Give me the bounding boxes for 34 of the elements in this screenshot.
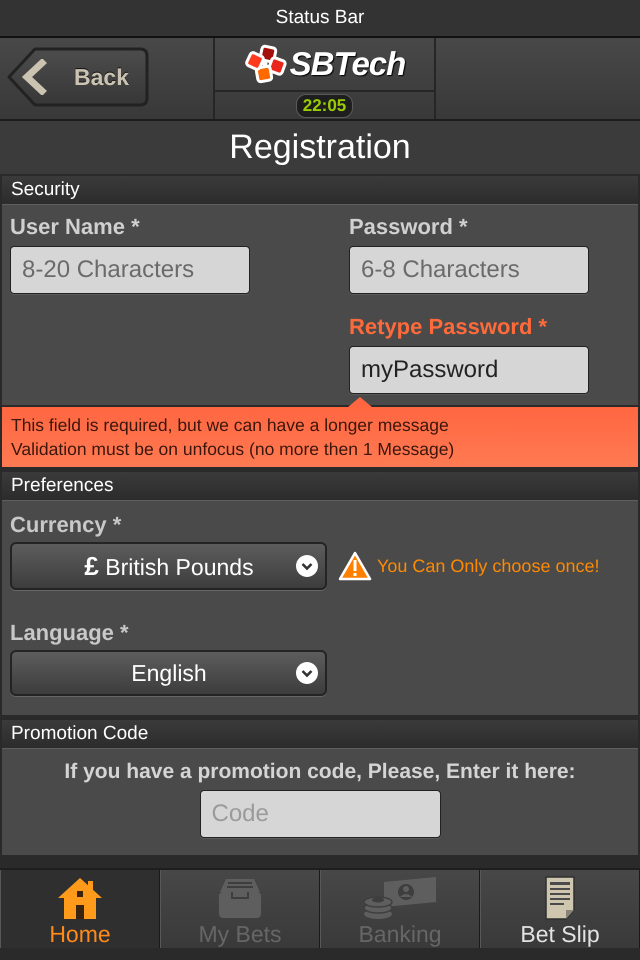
promo-prompt: If you have a promotion code, Please, Enter it here: xyxy=(64,759,576,785)
chevron-left-icon xyxy=(20,59,48,95)
chevron-down-icon xyxy=(296,662,318,684)
tab[interactable]: Bet Slip xyxy=(480,870,640,948)
section-header: Security xyxy=(2,176,638,205)
tray-icon xyxy=(216,876,264,920)
error-message: This field is required, but we can have a longer message xyxy=(11,414,450,437)
status-bar: Status Bar xyxy=(0,0,640,38)
warning-icon xyxy=(338,551,372,581)
page-title: Registration xyxy=(0,121,640,174)
clock-time: 22:05 xyxy=(296,94,354,118)
section-header: Preferences xyxy=(2,472,638,501)
field-label: Password * xyxy=(349,214,469,240)
field-label: Language * xyxy=(10,620,130,646)
house-icon xyxy=(56,876,104,920)
field-label: Retype Password * xyxy=(349,314,548,340)
input-field[interactable]: Code xyxy=(200,790,440,838)
dropdown[interactable]: £ British Pounds xyxy=(10,542,327,590)
flower-logo-icon xyxy=(244,44,288,84)
error-message: Validation must be on unfocus (no more then 1 Message) xyxy=(11,438,456,461)
callout-pointer-icon xyxy=(348,397,372,407)
field-label: Currency * xyxy=(10,512,122,538)
field-label: User Name * xyxy=(10,214,141,240)
input-field[interactable]: 8-20 Characters xyxy=(10,246,250,294)
section-header: Promotion Code xyxy=(2,720,638,749)
input-field[interactable]: myPassword xyxy=(349,346,589,394)
tab[interactable]: Home xyxy=(0,870,160,948)
dropdown[interactable]: English xyxy=(10,650,327,696)
chevron-down-icon xyxy=(296,555,318,577)
back-button[interactable]: Back xyxy=(6,46,150,108)
input-field[interactable]: 6-8 Characters xyxy=(349,246,589,294)
logo-text: SBTech xyxy=(290,45,406,83)
warning-text: You Can Only choose once! xyxy=(377,556,600,576)
coins-banknote-icon xyxy=(362,876,438,920)
